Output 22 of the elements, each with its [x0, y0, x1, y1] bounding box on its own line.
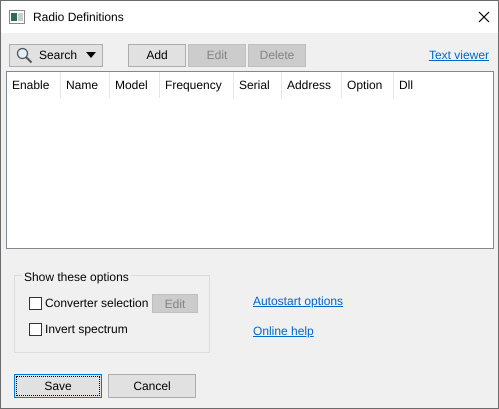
- column-header[interactable]: Frequency: [160, 72, 234, 98]
- text-viewer-link[interactable]: Text viewer: [428, 46, 489, 64]
- column-header[interactable]: Model: [110, 72, 160, 98]
- column-header[interactable]: Option: [342, 72, 394, 98]
- search-button[interactable]: Search: [9, 44, 103, 66]
- column-header[interactable]: Name: [61, 72, 110, 98]
- help-link[interactable]: Autostart options: [253, 292, 344, 310]
- app-icon: [9, 10, 25, 24]
- add-button[interactable]: Add: [128, 44, 186, 66]
- checkbox[interactable]: Invert spectrum: [29, 320, 128, 338]
- checkbox[interactable]: Converter selection: [29, 294, 148, 312]
- close-icon[interactable]: [478, 11, 490, 23]
- column-header[interactable]: Enable: [7, 72, 61, 98]
- column-header[interactable]: Serial: [234, 72, 282, 98]
- column-header[interactable]: Dll: [394, 72, 434, 98]
- search-icon: [16, 46, 33, 64]
- cancel-button[interactable]: Cancel: [108, 374, 196, 398]
- window-title: Radio Definitions: [33, 9, 125, 26]
- caret-icon: [86, 52, 96, 58]
- column-header[interactable]: Address: [282, 72, 342, 98]
- save-button[interactable]: Save: [14, 374, 102, 398]
- help-link[interactable]: Online help: [253, 322, 344, 340]
